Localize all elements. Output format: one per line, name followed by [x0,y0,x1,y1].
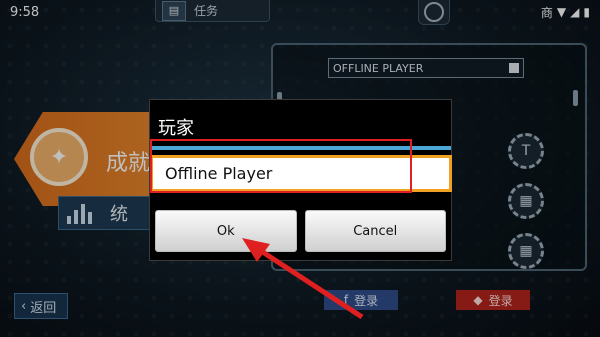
dialog-divider [150,146,451,150]
dialog-buttons: Ok Cancel [150,210,451,256]
player-name-field[interactable] [150,155,452,192]
ok-label: Ok [216,223,235,239]
cancel-label: Cancel [353,223,398,239]
player-name-dialog: 玩家 Ok Cancel [149,99,452,261]
dialog-title: 玩家 [158,118,194,139]
cancel-button[interactable]: Cancel [304,210,446,252]
player-name-input[interactable] [163,163,449,184]
ok-button[interactable]: Ok [155,210,297,252]
